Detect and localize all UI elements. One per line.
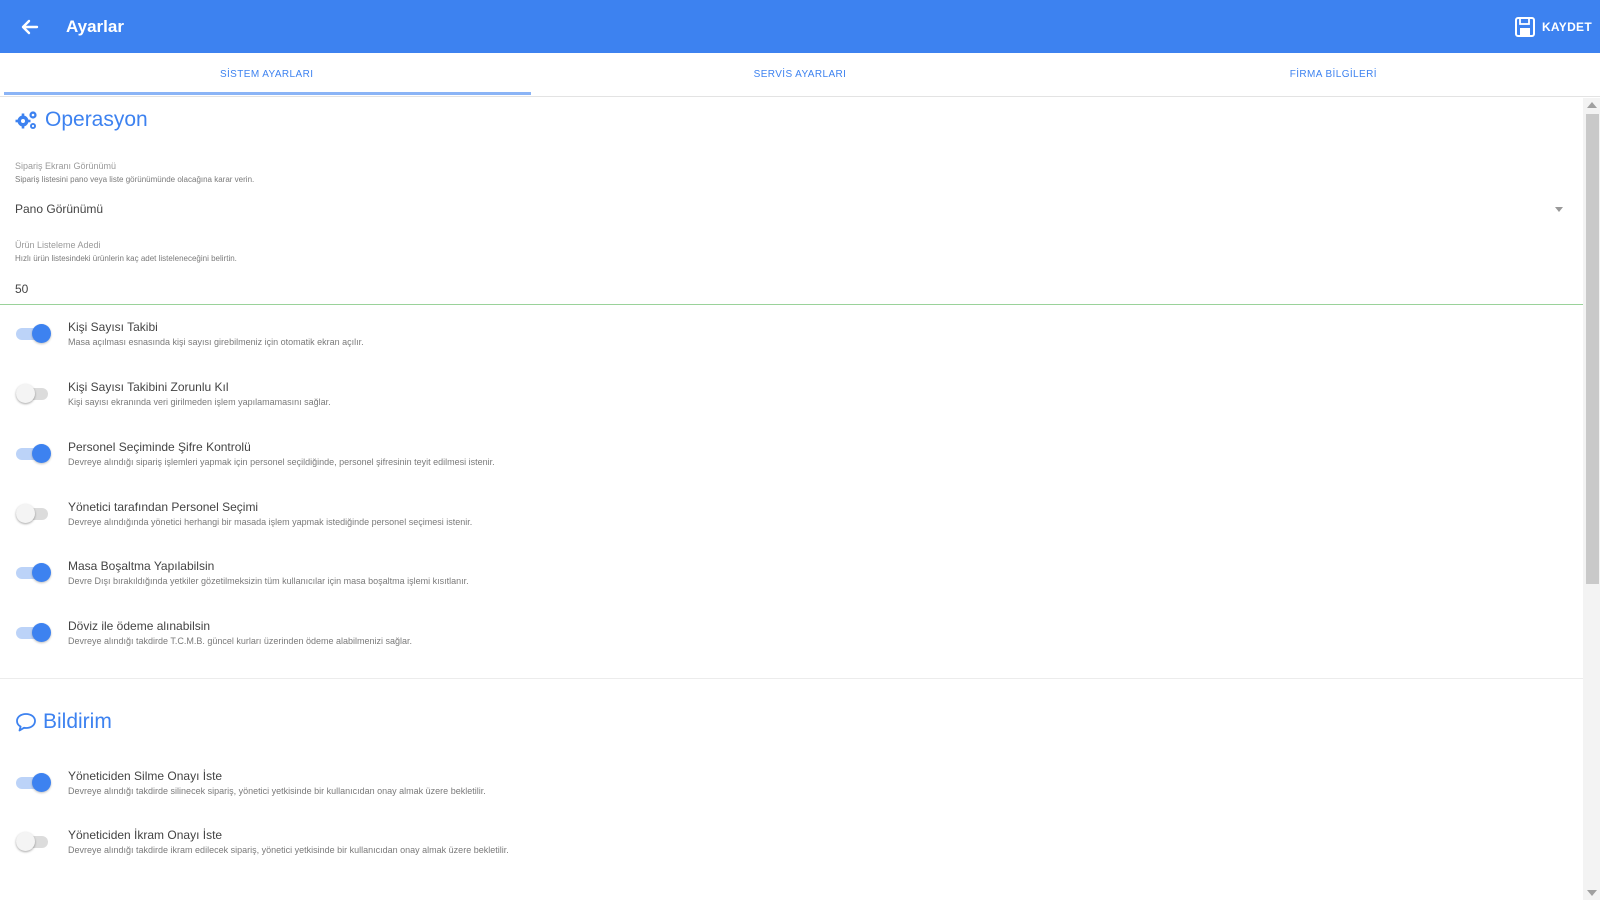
scroll-up-arrow-icon[interactable] xyxy=(1587,102,1597,108)
toggle-title: Kişi Sayısı Takibi xyxy=(68,320,158,334)
scrollbar-thumb[interactable] xyxy=(1586,114,1599,584)
order-screen-value: Pano Görünümü xyxy=(15,202,104,216)
save-button-label: KAYDET xyxy=(1541,19,1592,34)
floppy-disk-icon xyxy=(1514,16,1535,37)
toggle-row-currency-payment[interactable]: Döviz ile ödeme alınabilsin Devreye alın… xyxy=(0,613,1583,663)
toggle-description: Kişi sayısı ekranında veri girilmeden iş… xyxy=(68,397,331,407)
toggle-title: Yöneticiden İkram Onayı İste xyxy=(68,828,223,842)
tab-label: SİSTEM AYARLARI xyxy=(219,69,314,80)
toggle-switch[interactable] xyxy=(16,562,52,582)
toggle-description: Masa açılması esnasında kişi sayısı gire… xyxy=(68,337,364,347)
chevron-down-icon xyxy=(1555,207,1563,212)
toggle-title: Kişi Sayısı Takibini Zorunlu Kıl xyxy=(68,380,229,394)
tab-system-settings[interactable]: SİSTEM AYARLARI xyxy=(0,53,533,96)
scrollbar[interactable] xyxy=(1583,98,1600,900)
tab-label: SERVİS AYARLARI xyxy=(753,69,847,80)
toggle-description: Devreye alındığı takdirde silinecek sipa… xyxy=(68,786,486,796)
tab-service-settings[interactable]: SERVİS AYARLARI xyxy=(533,53,1066,96)
page-title: Ayarlar xyxy=(66,16,124,36)
toggle-switch[interactable] xyxy=(16,323,52,343)
toggle-title: Döviz ile ödeme alınabilsin xyxy=(68,619,211,633)
toggle-row-guest-count[interactable]: Kişi Sayısı Takibi Masa açılması esnasın… xyxy=(0,314,1583,364)
toggle-switch[interactable] xyxy=(16,503,52,523)
arrow-left-icon xyxy=(21,19,39,34)
settings-content: Operasyon Sipariş Ekranı Görünümü Sipari… xyxy=(0,98,1583,900)
toggle-row-delete-approval[interactable]: Yöneticiden Silme Onayı İste Devreye alı… xyxy=(0,763,1583,813)
section-divider xyxy=(0,678,1583,679)
tab-company-info[interactable]: FİRMA BİLGİLERİ xyxy=(1067,53,1600,96)
toggle-title: Personel Seçiminde Şifre Kontrolü xyxy=(68,440,251,454)
toggle-row-staff-password[interactable]: Personel Seçiminde Şifre Kontrolü Devrey… xyxy=(0,434,1583,484)
order-screen-label: Sipariş Ekranı Görünümü xyxy=(15,161,117,171)
save-button[interactable]: KAYDET xyxy=(1514,10,1592,43)
product-count-hint: Hızlı ürün listesindeki ürünlerin kaç ad… xyxy=(15,254,237,263)
section-title-bildirim: Bildirim xyxy=(15,710,112,734)
app-bar: Ayarlar KAYDET xyxy=(0,0,1600,53)
tab-label: FİRMA BİLGİLERİ xyxy=(1289,69,1377,80)
section-title-operasyon: Operasyon xyxy=(15,108,148,132)
toggle-title: Yönetici tarafından Personel Seçimi xyxy=(68,500,259,514)
toggle-description: Devreye alındığı sipariş işlemleri yapma… xyxy=(68,457,495,467)
toggle-description: Devre Dışı bırakıldığında yetkiler gözet… xyxy=(68,576,469,586)
product-count-value: 50 xyxy=(15,282,29,296)
toggle-description: Devreye alındığı takdirde ikram edilecek… xyxy=(68,845,509,855)
back-button[interactable] xyxy=(0,0,60,53)
input-underline xyxy=(0,304,1583,305)
speech-bubble-icon xyxy=(16,713,36,732)
order-screen-select[interactable]: Pano Görünümü xyxy=(0,196,1583,224)
section-title-text: Operasyon xyxy=(45,108,148,131)
toggle-switch[interactable] xyxy=(16,383,52,403)
gears-icon xyxy=(15,111,37,129)
toggle-description: Devreye alındığında yönetici herhangi bi… xyxy=(68,517,473,527)
toggle-switch[interactable] xyxy=(16,772,52,792)
toggle-row-guest-count-required[interactable]: Kişi Sayısı Takibini Zorunlu Kıl Kişi sa… xyxy=(0,374,1583,424)
order-screen-hint: Sipariş listesini pano veya liste görünü… xyxy=(15,175,255,184)
toggle-switch[interactable] xyxy=(16,443,52,463)
toggle-switch[interactable] xyxy=(16,831,52,851)
toggle-title: Masa Boşaltma Yapılabilsin xyxy=(68,559,215,573)
scroll-down-arrow-icon[interactable] xyxy=(1587,890,1597,896)
product-count-label: Ürün Listeleme Adedi xyxy=(15,240,101,250)
toggle-title: Yöneticiden Silme Onayı İste xyxy=(68,769,223,783)
settings-tabs: SİSTEM AYARLARI SERVİS AYARLARI FİRMA Bİ… xyxy=(0,53,1600,97)
toggle-description: Devreye alındığı takdirde T.C.M.B. günce… xyxy=(68,636,413,646)
section-title-text: Bildirim xyxy=(43,710,112,733)
toggle-row-table-clear[interactable]: Masa Boşaltma Yapılabilsin Devre Dışı bı… xyxy=(0,553,1583,603)
toggle-row-treat-approval[interactable]: Yöneticiden İkram Onayı İste Devreye alı… xyxy=(0,822,1583,872)
product-count-input[interactable]: 50 xyxy=(0,276,1583,304)
toggle-row-manager-staff-select[interactable]: Yönetici tarafından Personel Seçimi Devr… xyxy=(0,494,1583,544)
toggle-switch[interactable] xyxy=(16,622,52,642)
